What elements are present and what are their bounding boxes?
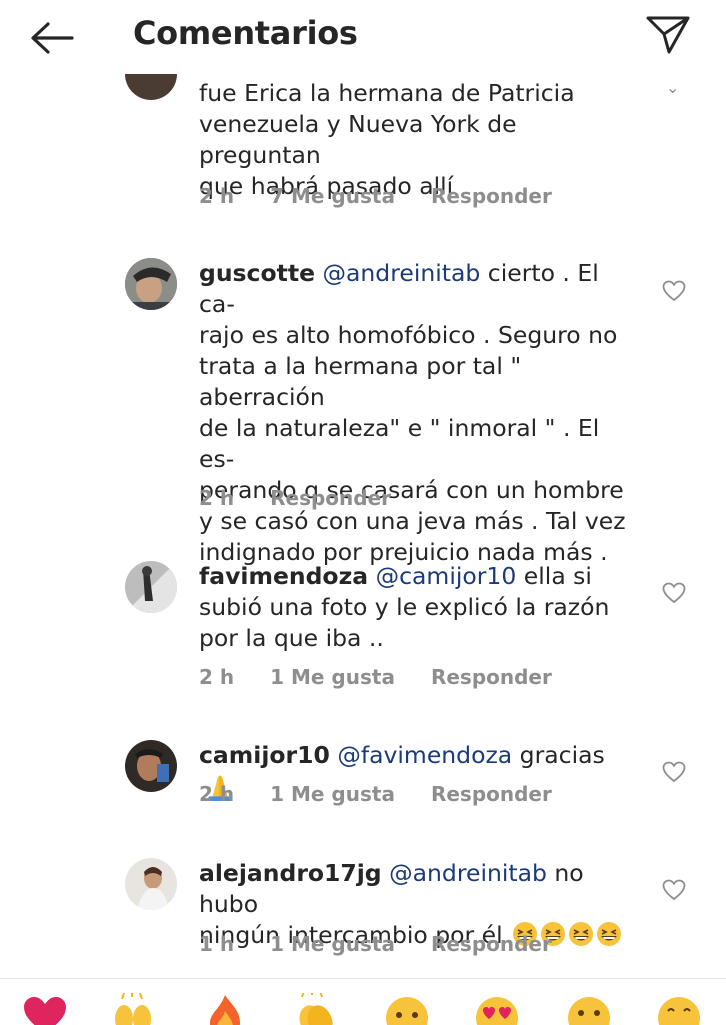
comment-text: favimendoza @camijor10 ella si subió una…: [199, 561, 639, 654]
comment-line: venezuela y Nueva York de preguntan: [199, 110, 517, 169]
heart-icon[interactable]: [662, 280, 686, 302]
chevron-down-icon[interactable]: ⌄: [666, 78, 679, 97]
raising-hands-icon[interactable]: [110, 993, 156, 1025]
mention-link[interactable]: @andreinitab: [323, 259, 481, 287]
heart-icon[interactable]: [662, 879, 686, 901]
back-arrow-icon[interactable]: [28, 20, 76, 56]
comment-line: rajo es alto homofóbico . Seguro no: [199, 321, 618, 349]
comment-line: de la naturaleza" e " inmoral " . El es-: [199, 414, 600, 473]
emoji-quick-bar: [0, 978, 726, 1025]
grinning-face-icon[interactable]: [656, 993, 702, 1025]
likes-count[interactable]: 7 Me gusta: [270, 184, 395, 208]
clapping-hands-icon[interactable]: [292, 993, 338, 1025]
comment-meta: 2 h 1 Me gusta Responder: [199, 782, 588, 806]
mention-link[interactable]: @andreinitab: [389, 859, 547, 887]
comment-line: subió una foto y le explicó la razón: [199, 593, 610, 621]
heart-eyes-face-icon[interactable]: [474, 993, 520, 1025]
reply-button[interactable]: Responder: [431, 665, 552, 689]
comment-line: trata a la hermana por tal " aberración: [199, 352, 522, 411]
comment-line: guscotte @andreinitab cierto . El ca-: [199, 258, 639, 320]
crying-face-icon[interactable]: [384, 993, 430, 1025]
comment-meta: 1 h 1 Me gusta Responder: [199, 932, 588, 956]
mention-link[interactable]: @camijor10: [376, 562, 517, 590]
comment-line: fue Erica la hermana de Patricia: [199, 79, 575, 107]
reply-button[interactable]: Responder: [431, 782, 552, 806]
timestamp: 2 h: [199, 782, 235, 806]
comment-text-span: ella si: [516, 562, 592, 590]
heart-icon[interactable]: [662, 761, 686, 783]
mention-link[interactable]: @favimendoza: [337, 741, 512, 769]
comment-list: fue Erica la hermana de Patricia venezue…: [0, 0, 726, 978]
comment-username[interactable]: alejandro17jg: [199, 859, 382, 887]
likes-count[interactable]: 1 Me gusta: [270, 665, 395, 689]
reply-button[interactable]: Responder: [431, 184, 552, 208]
comment-line: por la que iba ..: [199, 624, 384, 652]
heart-icon[interactable]: [662, 582, 686, 604]
avatar[interactable]: [125, 258, 177, 310]
comment-meta: 2 h 1 Me gusta Responder: [199, 665, 588, 689]
timestamp: 1 h: [199, 932, 235, 956]
avatar[interactable]: [125, 740, 177, 792]
fire-icon[interactable]: [202, 993, 248, 1025]
red-heart-icon[interactable]: [22, 993, 68, 1025]
reply-button[interactable]: Responder: [431, 932, 552, 956]
comment-username[interactable]: favimendoza: [199, 562, 368, 590]
comment-text-span: gracias: [512, 741, 605, 769]
avatar[interactable]: [125, 561, 177, 613]
timestamp: 2 h: [199, 665, 235, 689]
comment-line: y se casó con una jeva más . Tal vez: [199, 507, 626, 535]
send-icon[interactable]: [645, 14, 691, 56]
comment-meta: 2 h Responder: [199, 486, 427, 510]
comment-text: guscotte @andreinitab cierto . El ca- ra…: [199, 258, 639, 568]
header-bar: Comentarios: [0, 0, 726, 74]
timestamp: 2 h: [199, 184, 235, 208]
grinning-squint-face-icon: [597, 922, 622, 946]
comment-meta: 2 h 7 Me gusta Responder: [199, 184, 588, 208]
reply-button[interactable]: Responder: [270, 486, 391, 510]
timestamp: 2 h: [199, 486, 235, 510]
page-title: Comentarios: [133, 14, 358, 52]
likes-count[interactable]: 1 Me gusta: [270, 932, 395, 956]
likes-count[interactable]: 1 Me gusta: [270, 782, 395, 806]
astonished-face-icon[interactable]: [566, 993, 612, 1025]
comment-line: alejandro17jg @andreinitab no hubo: [199, 858, 639, 920]
avatar[interactable]: [125, 858, 177, 910]
comment-username[interactable]: guscotte: [199, 259, 315, 287]
comment-line: favimendoza @camijor10 ella si: [199, 561, 639, 592]
comment-username[interactable]: camijor10: [199, 741, 330, 769]
